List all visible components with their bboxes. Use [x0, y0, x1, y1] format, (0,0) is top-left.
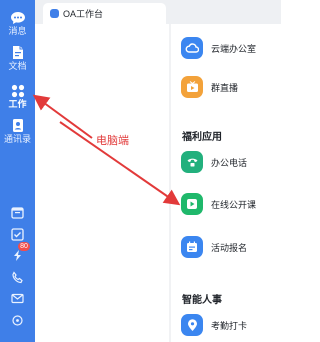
app-group-live[interactable]: 群直播 [181, 73, 238, 101]
app-office-phone[interactable]: 办公电话 [181, 148, 247, 176]
tab-strip: OA工作台 [35, 0, 281, 24]
app-label: 考勤打卡 [211, 320, 248, 331]
app-attendance[interactable]: 考勤打卡 [181, 311, 247, 339]
chat-bubble-icon [10, 11, 25, 24]
nav-label: 消息 [8, 25, 27, 36]
nav-label: 文档 [8, 61, 27, 71]
app-online-course[interactable]: 在线公开课 [181, 190, 256, 218]
todo-check-icon[interactable] [8, 225, 26, 243]
cloud-office-icon [181, 37, 203, 59]
unread-badge: 80 [18, 242, 30, 251]
nav-item-docs[interactable]: 文档 [0, 41, 35, 75]
annotation-label: 电脑端 [96, 135, 129, 147]
oa-logo-icon [50, 9, 59, 18]
nav-label: 工作 [8, 98, 27, 109]
calendar-icon[interactable] [8, 203, 26, 221]
app-label: 群直播 [211, 82, 239, 93]
content-pane [35, 24, 171, 342]
tab-oa-workbench[interactable]: OA工作台 [43, 3, 166, 24]
app-label: 云端办公室 [211, 43, 257, 54]
phone-icon [181, 151, 203, 173]
nav-item-contacts[interactable]: 通讯录 [0, 114, 35, 148]
app-label: 办公电话 [211, 157, 248, 168]
section-title: 福利应用 [182, 132, 222, 143]
app-label: 在线公开课 [211, 199, 257, 210]
nav-item-messages[interactable]: 消息 [0, 6, 35, 40]
location-pin-icon [181, 314, 203, 336]
calendar-signup-icon [181, 236, 203, 258]
app-event-signup[interactable]: 活动报名 [181, 233, 247, 261]
more-icon[interactable] [8, 311, 26, 329]
app-list: 云端办公室 群直播 福利应用 办公电话 在线公开课 活动报名 智能人事 考勤打卡 [171, 24, 281, 342]
phone-icon[interactable] [8, 268, 26, 286]
left-nav-rail: 消息 文档 工作 通讯录 80 [0, 0, 35, 342]
app-label: 活动报名 [211, 242, 248, 253]
document-icon [12, 46, 23, 59]
mail-icon[interactable] [8, 289, 26, 307]
nav-item-work[interactable]: 工作 [0, 79, 35, 113]
contacts-icon [12, 119, 23, 132]
tab-title: OA工作台 [63, 9, 104, 19]
play-icon [181, 193, 203, 215]
app-cloud-office[interactable]: 云端办公室 [181, 34, 256, 62]
grid-apps-icon [11, 84, 24, 97]
live-tv-icon [181, 76, 203, 98]
section-title: 智能人事 [182, 295, 222, 306]
nav-label: 通讯录 [3, 134, 31, 144]
